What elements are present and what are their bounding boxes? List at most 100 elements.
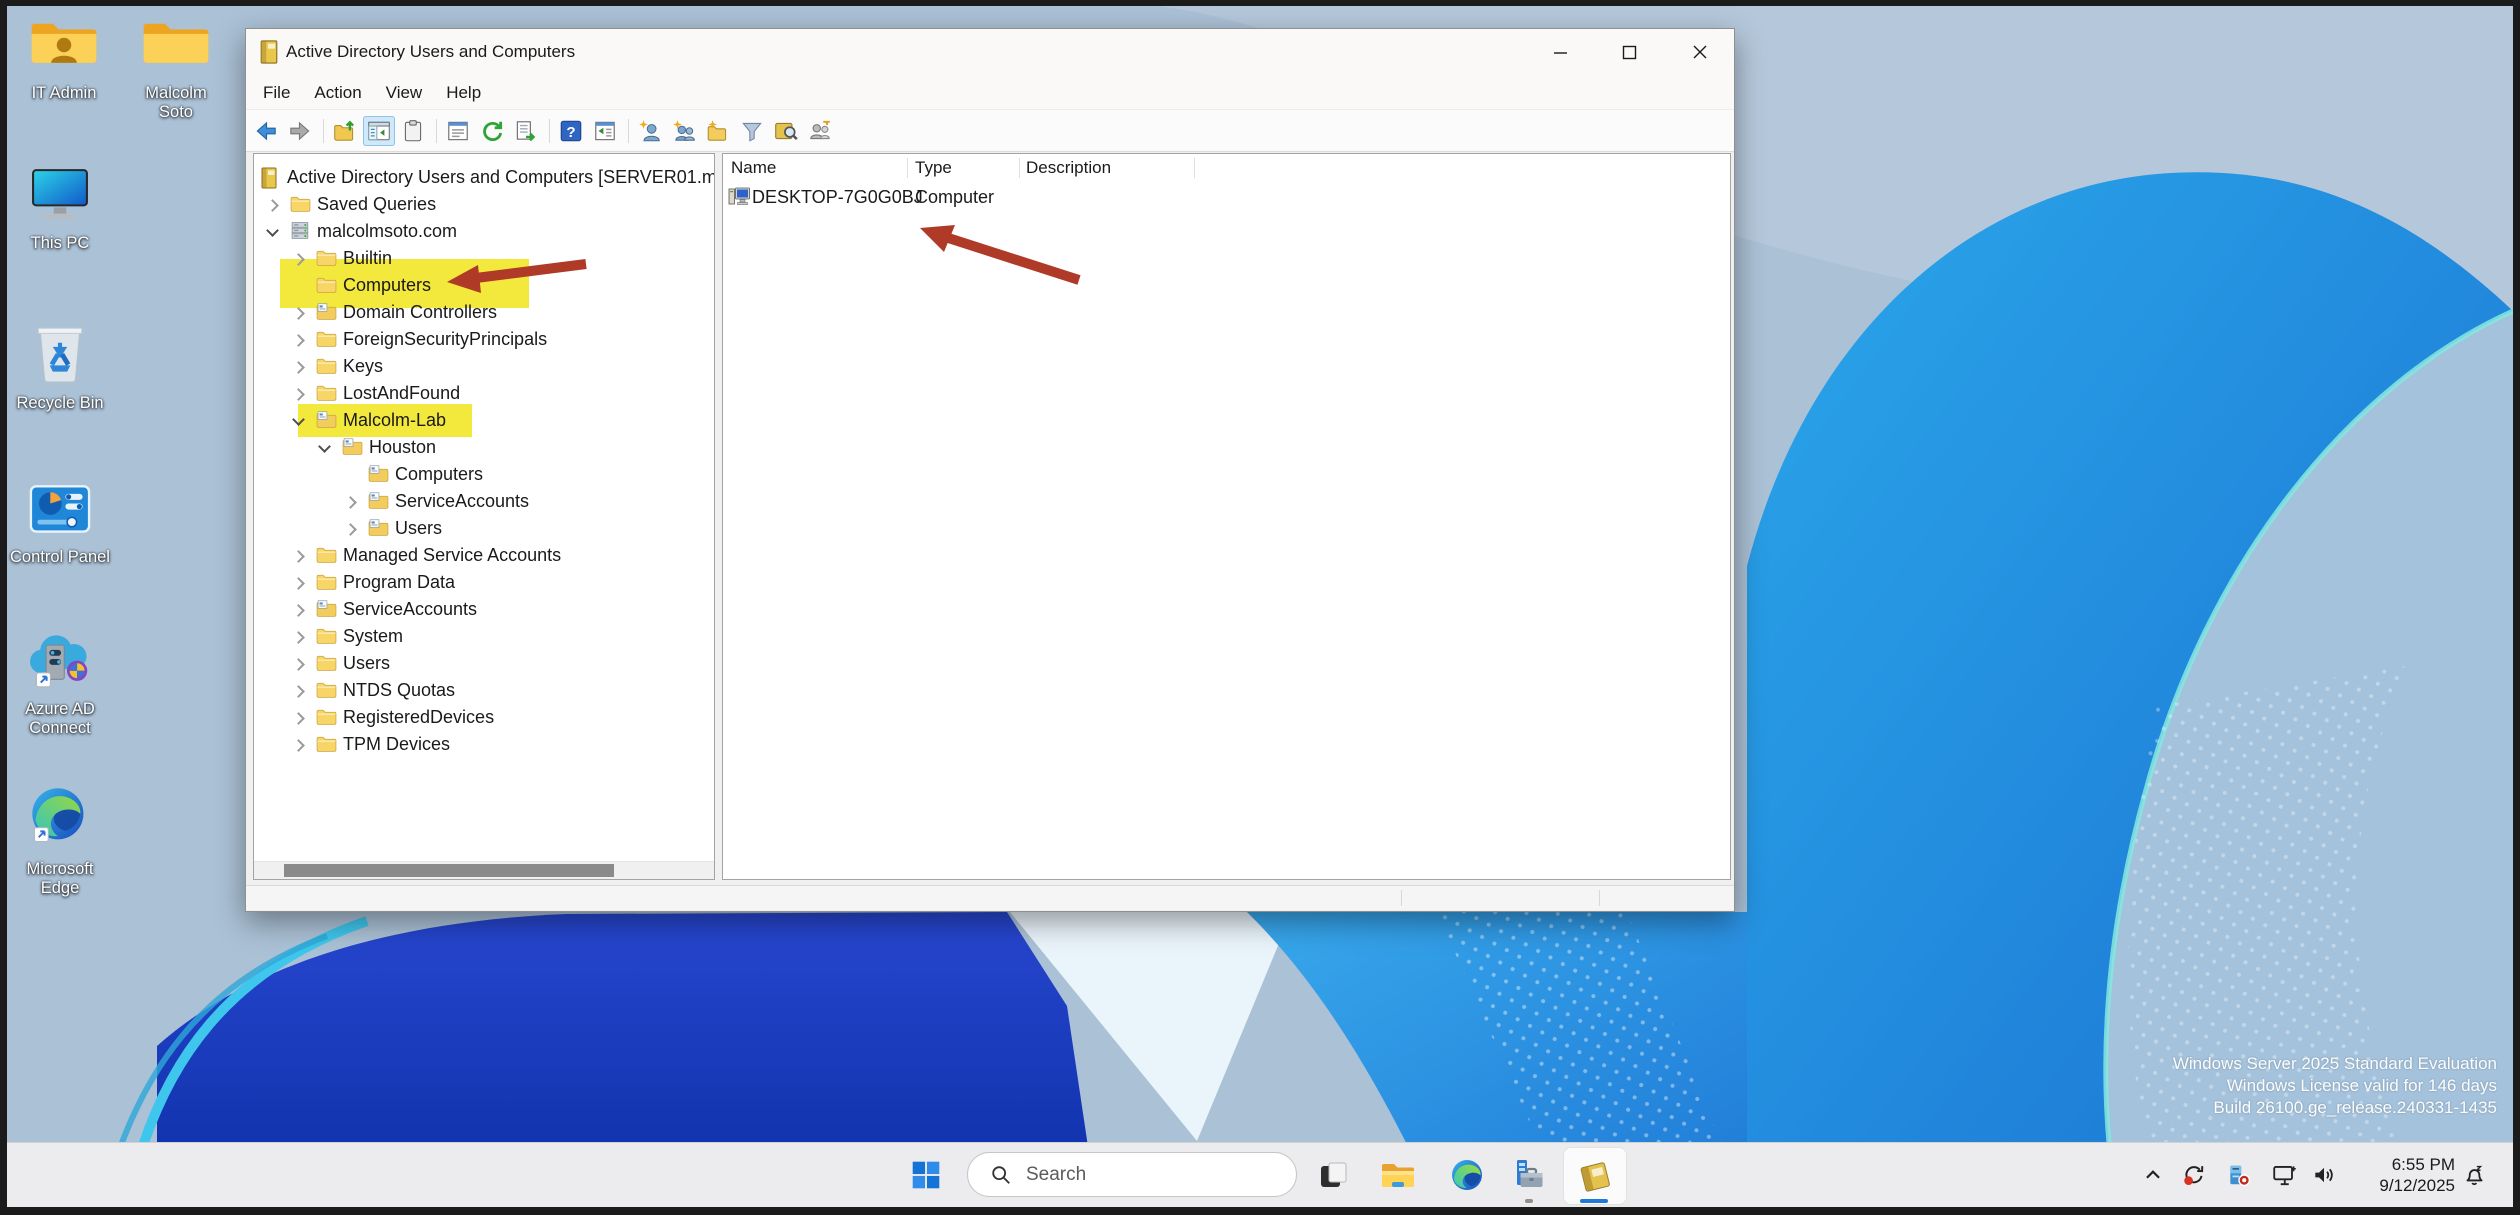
show-console-tree-button[interactable] — [363, 116, 395, 146]
taskbar-edge[interactable] — [1444, 1153, 1490, 1197]
expand-chevron-icon[interactable] — [292, 658, 305, 671]
new-user-button[interactable] — [634, 116, 666, 146]
clipboard-button[interactable] — [397, 116, 429, 146]
expand-chevron-icon[interactable] — [344, 496, 357, 509]
tree-item-serviceaccounts[interactable]: ServiceAccounts — [254, 596, 714, 623]
taskbar-clock[interactable]: 6:55 PM 9/12/2025 — [2359, 1154, 2455, 1196]
expand-chevron-icon[interactable] — [292, 712, 305, 725]
expand-chevron-icon[interactable] — [292, 307, 305, 320]
tree-item-houston[interactable]: Houston — [254, 434, 714, 461]
tree-scrollbar-thumb[interactable] — [284, 864, 614, 877]
taskbar-file-explorer[interactable] — [1375, 1153, 1421, 1197]
column-header-name[interactable]: Name — [731, 154, 776, 182]
tray-notification-bell-icon[interactable] — [2459, 1160, 2489, 1190]
recycle-bin-icon — [27, 322, 93, 384]
forward-button[interactable] — [284, 116, 316, 146]
expand-chevron-icon[interactable] — [292, 685, 305, 698]
menu-view[interactable]: View — [374, 76, 435, 109]
desktop-icon-this-pc[interactable]: This PC — [7, 166, 125, 253]
tree-item-domain-controllers[interactable]: Domain Controllers — [254, 299, 714, 326]
tree-item-active-directory-users-and-computers-server01-malco[interactable]: Active Directory Users and Computers [SE… — [254, 164, 714, 191]
tray-hidden-icons-chevron[interactable] — [2138, 1160, 2168, 1190]
column-separator[interactable] — [1019, 158, 1020, 178]
tree-item-users[interactable]: Users — [254, 515, 714, 542]
list-row-desktop-7g0g0bj[interactable]: DESKTOP-7G0G0BJComputer — [723, 184, 1730, 211]
start-button[interactable] — [905, 1155, 947, 1195]
collapse-chevron-icon[interactable] — [266, 224, 279, 237]
taskbar-task-view[interactable] — [1310, 1153, 1356, 1197]
expand-chevron-icon[interactable] — [292, 550, 305, 563]
desktop-icon-recycle-bin[interactable]: Recycle Bin — [7, 322, 125, 413]
title-bar[interactable]: Active Directory Users and Computers — [246, 29, 1734, 75]
refresh-button[interactable] — [476, 116, 508, 146]
desktop-icon-azure-ad-connect[interactable]: Azure ADConnect — [7, 628, 125, 738]
tree-item-foreignsecurityprincipals[interactable]: ForeignSecurityPrincipals — [254, 326, 714, 353]
tree-item-label: TPM Devices — [343, 731, 450, 758]
tree-item-managed-service-accounts[interactable]: Managed Service Accounts — [254, 542, 714, 569]
expand-chevron-icon[interactable] — [266, 199, 279, 212]
expand-chevron-icon[interactable] — [344, 523, 357, 536]
tray-server-status-icon[interactable] — [2224, 1160, 2254, 1190]
collapse-chevron-icon[interactable] — [318, 440, 331, 453]
close-button[interactable] — [1677, 29, 1723, 75]
expand-chevron-icon[interactable] — [292, 361, 305, 374]
tree-item-registereddevices[interactable]: RegisteredDevices — [254, 704, 714, 731]
expand-chevron-icon[interactable] — [292, 631, 305, 644]
collapse-chevron-icon[interactable] — [292, 413, 305, 426]
tree-item-label: Managed Service Accounts — [343, 542, 561, 569]
new-group-button[interactable] — [668, 116, 700, 146]
up-one-level-button[interactable] — [329, 116, 361, 146]
column-separator[interactable] — [1194, 158, 1195, 178]
tree-item-computers[interactable]: Computers — [254, 461, 714, 488]
taskbar-aduc-active[interactable] — [1563, 1147, 1627, 1205]
new-window-button[interactable] — [589, 116, 621, 146]
expand-chevron-icon[interactable] — [292, 334, 305, 347]
minimize-button[interactable] — [1537, 29, 1583, 75]
tree-item-computers[interactable]: Computers — [254, 272, 714, 299]
tree-item-saved-queries[interactable]: Saved Queries — [254, 191, 714, 218]
maximize-button[interactable] — [1606, 29, 1652, 75]
tree-item-ntds-quotas[interactable]: NTDS Quotas — [254, 677, 714, 704]
find-button[interactable] — [770, 116, 802, 146]
tree-item-keys[interactable]: Keys — [254, 353, 714, 380]
ou-icon — [342, 437, 364, 458]
tray-display-network-icon[interactable] — [2270, 1160, 2300, 1190]
expand-chevron-icon[interactable] — [292, 253, 305, 266]
tray-volume-icon[interactable] — [2309, 1160, 2339, 1190]
expand-chevron-icon[interactable] — [292, 739, 305, 752]
expand-chevron-icon[interactable] — [292, 577, 305, 590]
menu-file[interactable]: File — [251, 76, 302, 109]
tree-item-lostandfound[interactable]: LostAndFound — [254, 380, 714, 407]
tree-item-malcolm-lab[interactable]: Malcolm-Lab — [254, 407, 714, 434]
desktop-icon-microsoft-edge[interactable]: MicrosoftEdge — [7, 784, 125, 898]
taskbar-server-manager[interactable] — [1506, 1153, 1552, 1197]
menu-action[interactable]: Action — [302, 76, 373, 109]
properties-button[interactable] — [442, 116, 474, 146]
filter-button[interactable] — [736, 116, 768, 146]
column-header-type[interactable]: Type — [915, 154, 952, 182]
tree-item-malcolmsoto-com[interactable]: malcolmsoto.com — [254, 218, 714, 245]
tree-item-system[interactable]: System — [254, 623, 714, 650]
delegation-button[interactable] — [804, 116, 836, 146]
tree-item-program-data[interactable]: Program Data — [254, 569, 714, 596]
expand-chevron-icon[interactable] — [292, 388, 305, 401]
new-ou-button[interactable] — [702, 116, 734, 146]
search-input[interactable]: Search — [967, 1152, 1297, 1197]
tree-item-label: NTDS Quotas — [343, 677, 455, 704]
tree-item-tpm-devices[interactable]: TPM Devices — [254, 731, 714, 758]
results-pane[interactable]: Name Type Description DESKTOP-7G0G0BJCompu… — [722, 153, 1731, 880]
expand-chevron-icon[interactable] — [292, 604, 305, 617]
tree-item-serviceaccounts[interactable]: ServiceAccounts — [254, 488, 714, 515]
help-button[interactable]: ? — [555, 116, 587, 146]
back-button[interactable] — [250, 116, 282, 146]
desktop-icon-control-panel[interactable]: Control Panel — [7, 482, 125, 567]
tree-item-builtin[interactable]: Builtin — [254, 245, 714, 272]
column-separator[interactable] — [907, 158, 908, 178]
tray-sync-icon[interactable] — [2179, 1160, 2209, 1190]
export-list-button[interactable] — [510, 116, 542, 146]
menu-help[interactable]: Help — [434, 76, 493, 109]
desktop-icon-malcolm-soto[interactable]: MalcolmSoto — [111, 16, 241, 122]
tree-horizontal-scrollbar[interactable] — [254, 861, 714, 879]
column-header-description[interactable]: Description — [1026, 154, 1111, 182]
tree-item-users[interactable]: Users — [254, 650, 714, 677]
